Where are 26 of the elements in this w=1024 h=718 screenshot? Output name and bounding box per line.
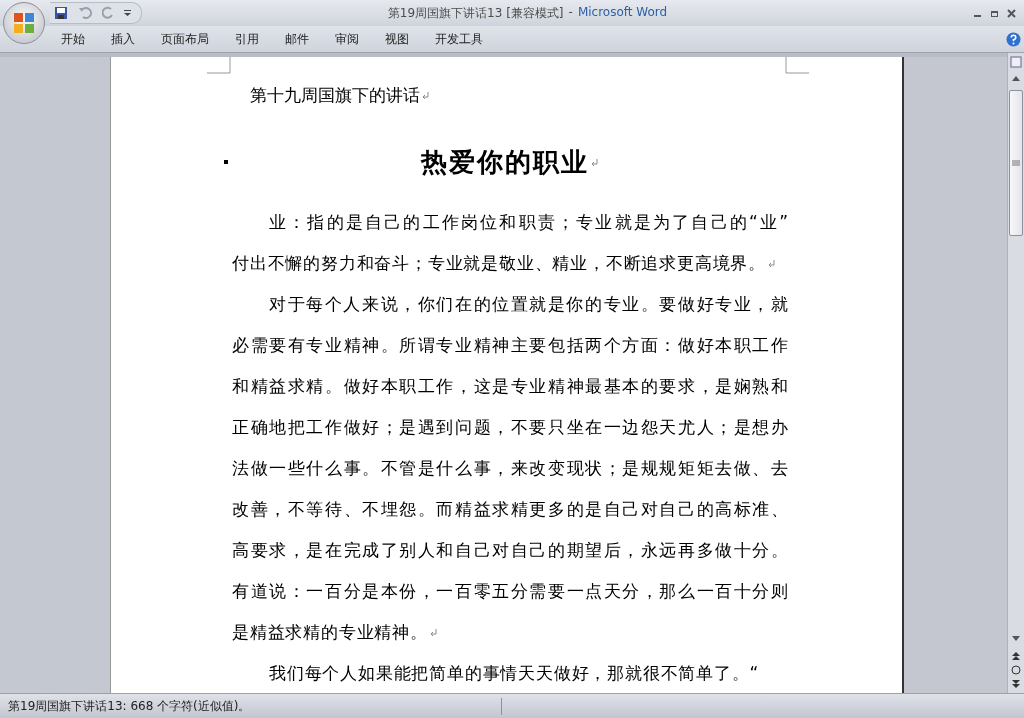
ribbon-tab[interactable]: 开始 [48,30,98,48]
app-title: Microsoft Word [577,4,668,21]
header-text: 第十九周国旗下的讲话 [250,83,420,107]
body-line: 高要求，是在完成了别人和自己对自己的期望后，永远再多做十分。 [232,539,788,562]
ribbon-tab[interactable]: 插入 [98,30,148,48]
ribbon-tab[interactable]: 邮件 [272,30,322,48]
body-line: 业：指的是自己的工作岗位和职责；专业就是为了自己的“业” [269,211,788,234]
body-line: 有道说：一百分是本份，一百零五分需要一点天分，那么一百十分则 [232,580,788,603]
body-line: 对于每个人来说，你们在的位置就是你的专业。要做好专业，就 [269,293,788,316]
ribbon-tab[interactable]: 审阅 [322,30,372,48]
ribbon-tab[interactable]: 引用 [222,30,272,48]
ribbon-tab[interactable]: 页面布局 [148,30,222,48]
body-line: 和精益求精。做好本职工作，这是专业精神最基本的要求，是娴熟和 [232,375,788,398]
ribbon-tab[interactable]: 开发工具 [422,30,496,48]
body-line: 付出不懈的努力和奋斗；专业就是敬业、精业，不断追求更高境界。 [232,252,766,275]
status-text: 第19周国旗下讲话13: 668 个字符(近似值)。 [0,697,502,715]
document-title: 第19周国旗下讲话13 [兼容模式] [387,4,564,22]
body-line: 我们每个人如果能把简单的事情天天做好，那就很不简单了。“ [269,662,760,685]
title-separator: - [568,4,573,21]
body-line: 法做一些什么事。不管是什么事，来改变现状；是规规矩矩去做、去 [232,457,788,480]
body-line: 正确地把工作做好；是遇到问题，不要只坐在一边怨天尤人；是想办 [232,416,788,439]
ribbon-tab[interactable]: 视图 [372,30,422,48]
body-line: 是精益求精的专业精神。 [232,621,428,644]
body-line: 必需要有专业精神。所谓专业精神主要包括两个方面：做好本职工作 [232,334,788,357]
document-heading: 热爱你的职业 [421,145,589,179]
body-line: 改善，不等待、不埋怨。而精益求精更多的是自己对自己的高标准、 [232,498,788,521]
